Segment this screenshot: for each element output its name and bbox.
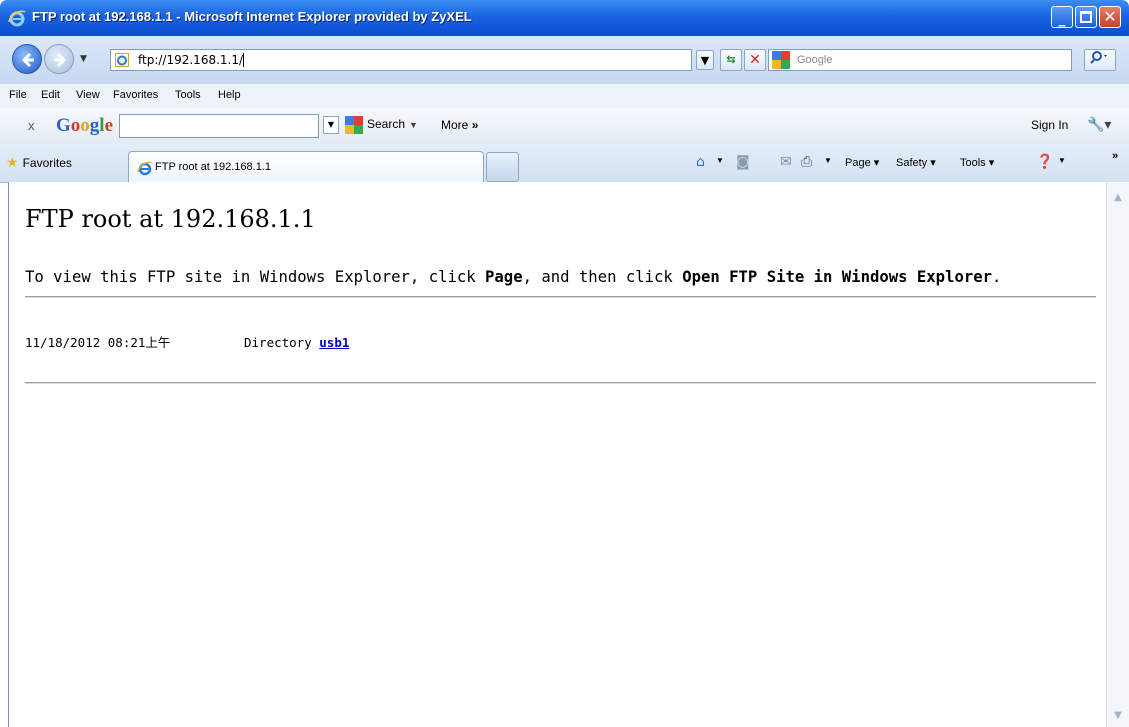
chevron-more-icon[interactable]: » xyxy=(1112,150,1118,162)
back-arrow-icon xyxy=(21,52,34,68)
more-label: More xyxy=(441,118,469,132)
minimize-button[interactable]: _ xyxy=(1051,6,1073,28)
directory-link-usb1[interactable]: usb1 xyxy=(319,335,349,350)
new-tab-button[interactable] xyxy=(486,152,519,182)
scroll-down-icon[interactable]: ▼ xyxy=(1111,710,1125,724)
address-bar: ▼ ftp://192.168.1.1/ ▼ ⇆ ✕ Google xyxy=(0,36,1129,85)
stop-button[interactable]: ✕ xyxy=(744,49,766,71)
title-bar: FTP root at 192.168.1.1 - Microsoft Inte… xyxy=(0,0,1129,36)
more-button[interactable]: More » xyxy=(441,118,478,132)
close-window-button[interactable]: ✕ xyxy=(1099,6,1121,28)
google-search-icon xyxy=(345,116,363,134)
feeds-icon[interactable]: ◙ xyxy=(736,154,750,170)
refresh-icon: ⇆ xyxy=(726,53,736,66)
vertical-scrollbar[interactable]: ▲ ▼ xyxy=(1106,182,1129,727)
page-title: FTP root at 192.168.1.1 xyxy=(25,205,316,233)
menu-file[interactable]: File xyxy=(9,89,27,101)
wrench-icon[interactable]: 🔧▾ xyxy=(1087,117,1111,133)
search-input[interactable]: Google xyxy=(768,49,1072,71)
safety-menu-label: Safety xyxy=(896,157,928,169)
instruction-middle: , and then click xyxy=(522,268,683,286)
instruction-suffix: . xyxy=(992,268,1002,286)
google-search-button[interactable]: Search ▼ xyxy=(345,116,418,134)
address-dropdown-button[interactable]: ▼ xyxy=(696,50,714,70)
help-dropdown[interactable]: ▼ xyxy=(1058,156,1066,165)
ie-logo-icon xyxy=(137,161,153,176)
google-search-dropdown[interactable]: ▼ xyxy=(323,116,339,134)
back-button[interactable] xyxy=(12,44,42,74)
google-search-input[interactable] xyxy=(119,114,319,138)
menu-bar: File Edit View Favorites Tools Help xyxy=(0,84,1129,109)
google-search-provider-icon xyxy=(772,51,790,69)
top-divider xyxy=(25,296,1096,298)
instruction-open-ftp: Open FTP Site in Windows Explorer xyxy=(682,268,993,286)
tools-menu-label: Tools xyxy=(960,157,986,169)
home-dropdown[interactable]: ▼ xyxy=(716,156,724,165)
google-logo: Google xyxy=(56,115,113,136)
recent-pages-dropdown[interactable]: ▼ xyxy=(80,54,87,64)
close-toolbar-button[interactable]: x xyxy=(28,118,35,133)
mail-icon[interactable]: ✉ xyxy=(780,154,792,170)
list-item: 11/18/2012 08:21上午 Directory usb1 xyxy=(25,332,349,351)
print-dropdown[interactable]: ▼ xyxy=(824,156,832,165)
forward-button[interactable] xyxy=(44,44,74,74)
safety-menu-button[interactable]: Safety ▾ xyxy=(896,156,936,169)
search-icon xyxy=(1090,51,1107,64)
favorites-button[interactable]: ★ Favorites xyxy=(6,154,72,171)
address-url: ftp://192.168.1.1/ xyxy=(138,53,245,67)
entry-datetime: 11/18/2012 08:21上午 xyxy=(25,335,171,350)
menu-view[interactable]: View xyxy=(76,89,100,101)
bottom-divider xyxy=(25,382,1096,384)
print-icon[interactable]: ⎙ xyxy=(801,154,812,170)
home-icon[interactable]: ⌂ xyxy=(696,154,705,170)
help-icon[interactable]: ❓ xyxy=(1036,154,1053,170)
entry-type: Directory xyxy=(244,335,312,350)
search-button[interactable] xyxy=(1084,49,1116,71)
forward-arrow-icon xyxy=(54,52,67,68)
tab-label: FTP root at 192.168.1.1 xyxy=(155,161,271,173)
ie-logo-icon xyxy=(8,10,26,27)
stop-icon: ✕ xyxy=(749,52,761,68)
instruction-page: Page xyxy=(485,268,523,286)
instruction-prefix: To view this FTP site in Windows Explore… xyxy=(25,268,486,286)
refresh-button[interactable]: ⇆ xyxy=(720,49,742,71)
menu-help[interactable]: Help xyxy=(218,89,241,101)
double-chevron-icon: » xyxy=(471,118,479,132)
address-input[interactable]: ftp://192.168.1.1/ xyxy=(110,49,692,71)
maximize-icon xyxy=(1080,11,1092,23)
scroll-up-icon[interactable]: ▲ xyxy=(1111,192,1125,206)
ie-page-icon xyxy=(115,53,129,67)
maximize-button[interactable] xyxy=(1075,6,1097,28)
star-icon: ★ xyxy=(6,154,19,170)
google-toolbar: x Google ▼ Search ▼ More » Sign In 🔧▾ xyxy=(0,108,1129,145)
favorites-label: Favorites xyxy=(22,156,72,170)
favorites-bar: ★ Favorites FTP root at 192.168.1.1 ⌂ ▼ ◙… xyxy=(0,144,1129,183)
page-content: FTP root at 192.168.1.1 To view this FTP… xyxy=(8,182,1106,727)
tab-ftp-root[interactable]: FTP root at 192.168.1.1 xyxy=(128,151,484,182)
chevron-down-icon: ▼ xyxy=(409,120,418,131)
google-search-label: Search xyxy=(367,117,406,132)
search-placeholder: Google xyxy=(797,54,833,66)
menu-tools[interactable]: Tools xyxy=(175,89,201,101)
window-title: FTP root at 192.168.1.1 - Microsoft Inte… xyxy=(32,9,472,24)
menu-favorites[interactable]: Favorites xyxy=(113,89,158,101)
ftp-instructions: To view this FTP site in Windows Explore… xyxy=(25,268,1001,286)
tools-menu-button[interactable]: Tools ▾ xyxy=(960,156,994,169)
page-menu-button[interactable]: Page ▾ xyxy=(845,156,879,169)
menu-edit[interactable]: Edit xyxy=(41,89,60,101)
page-menu-label: Page xyxy=(845,157,871,169)
sign-in-button[interactable]: Sign In xyxy=(1031,118,1068,132)
